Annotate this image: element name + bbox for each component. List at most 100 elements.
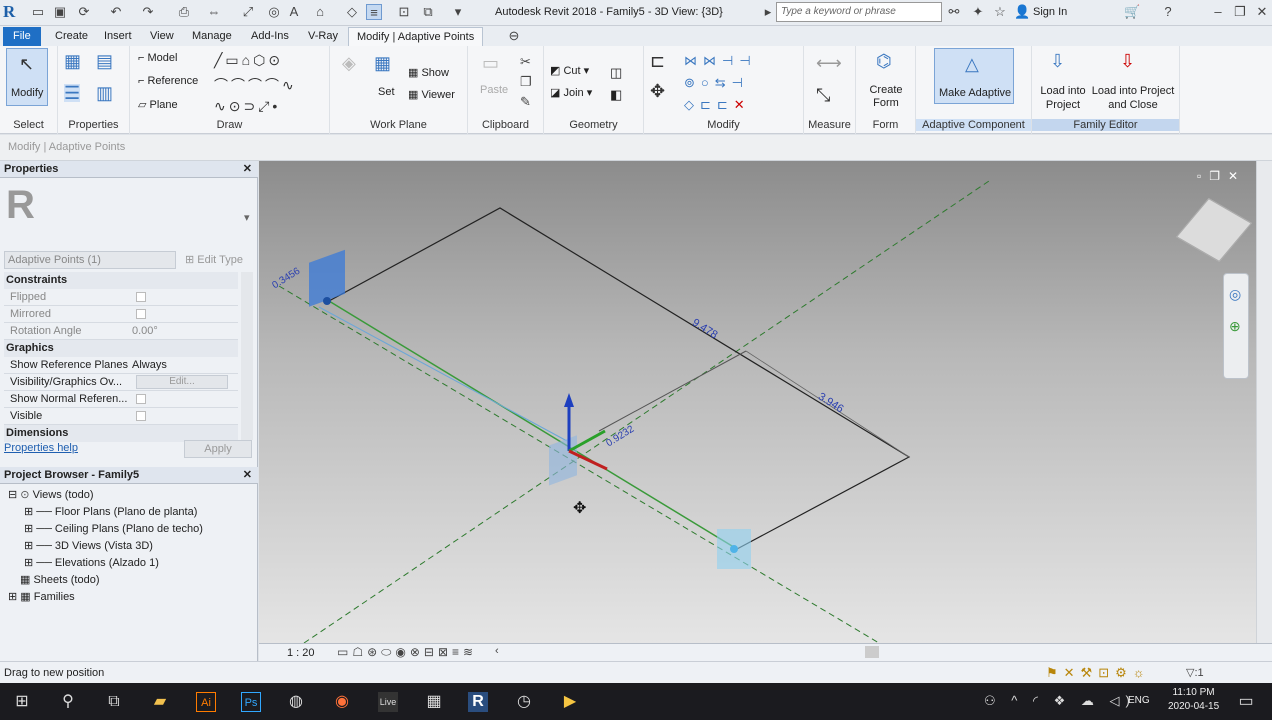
measure-icon[interactable]: ⇔	[206, 4, 222, 20]
model-line-button[interactable]: ⌐ Model	[138, 52, 177, 64]
modify-button[interactable]: ↖ Modify	[6, 48, 48, 106]
media-player-icon[interactable]: ▶	[560, 692, 580, 712]
tab-view[interactable]: View	[142, 27, 182, 46]
edit-type-button[interactable]: ⊞ Edit Type	[182, 251, 254, 269]
family-category-icon[interactable]: ▥	[96, 84, 113, 102]
edit-vg-button[interactable]: Edit...	[136, 375, 228, 389]
minimize-icon[interactable]: –	[1210, 4, 1226, 20]
flipped-checkbox[interactable]	[136, 292, 146, 302]
filter-icon[interactable]: ▽:1	[1186, 666, 1204, 679]
make-adaptive-button[interactable]: △ Make Adaptive	[934, 48, 1014, 104]
section-icon[interactable]: ◇	[344, 4, 360, 20]
show-ref-planes-value[interactable]: Always	[132, 359, 167, 371]
live-icon[interactable]: Live	[378, 692, 398, 712]
load-into-project-button[interactable]: Load into Project	[1036, 84, 1090, 112]
tab-manage[interactable]: Manage	[184, 27, 240, 46]
undo-icon[interactable]: ↶	[108, 4, 124, 20]
measure-along-icon[interactable]: ⤡	[816, 86, 830, 104]
tree-item[interactable]: ⊞ ── Elevations (Alzado 1)	[24, 556, 159, 569]
paste-button[interactable]: Paste	[480, 84, 508, 96]
close-browser-icon[interactable]: ✕	[243, 468, 252, 481]
navigation-bar[interactable]: ◎ ⊕	[1223, 273, 1249, 379]
align-icon[interactable]: ⊏	[650, 52, 665, 70]
horizontal-scroll-thumb[interactable]	[865, 646, 879, 658]
language-indicator[interactable]: ENG	[1128, 695, 1150, 706]
geometry-tools[interactable]: ◫ ◧	[610, 62, 622, 106]
user-icon[interactable]: 👤	[1014, 4, 1030, 20]
task-view-icon[interactable]: ⧉	[104, 692, 124, 712]
calculator-icon[interactable]: ▦	[424, 692, 444, 712]
thin-lines-icon[interactable]: ≡	[366, 4, 382, 20]
tab-vray[interactable]: V-Ray	[300, 27, 346, 46]
close-hidden-icon[interactable]: ⊡	[396, 4, 412, 20]
search-icon[interactable]: ⚲	[58, 692, 78, 712]
viewer-button[interactable]: ▦ Viewer	[408, 88, 455, 101]
favorites-icon[interactable]: ☆	[992, 4, 1008, 20]
select-panel-label[interactable]: Select	[0, 119, 57, 131]
mirrored-checkbox[interactable]	[136, 309, 146, 319]
switch-windows-icon[interactable]: ⧉	[420, 4, 436, 20]
search-input[interactable]: Type a keyword or phrase	[776, 2, 942, 22]
type-dropdown-icon[interactable]: ▾	[244, 211, 250, 224]
tag-icon[interactable]: ◎	[266, 4, 282, 20]
paste-icon[interactable]: ▭	[482, 54, 499, 72]
tab-file[interactable]: File	[3, 27, 41, 46]
tree-item[interactable]: ⊞ ── Ceiling Plans (Plano de techo)	[24, 522, 203, 535]
visible-checkbox[interactable]	[136, 411, 146, 421]
properties-help-link[interactable]: Properties help	[4, 442, 78, 454]
draw-shapes-row1[interactable]: ╱▭⌂⬡⊙	[214, 52, 283, 69]
adaptive-point-1[interactable]	[309, 249, 345, 307]
properties-icon[interactable]: ▦	[64, 52, 81, 70]
move-icon[interactable]: ✥	[650, 82, 665, 100]
family-types-icon[interactable]: ☰	[64, 84, 81, 102]
tab-create[interactable]: Create	[47, 27, 96, 46]
windows-start-icon[interactable]: ⊞	[12, 692, 32, 712]
search-dropdown-icon[interactable]: ▸	[760, 4, 776, 20]
sign-in-link[interactable]: Sign In	[1033, 6, 1067, 18]
ribbon-toggle-icon[interactable]: ⊖	[506, 28, 522, 44]
revit-taskbar-icon[interactable]: R	[468, 692, 488, 712]
tree-item[interactable]: ⊞ ── 3D Views (Vista 3D)	[24, 539, 153, 552]
tab-modify-adaptive-points[interactable]: Modify | Adaptive Points	[348, 27, 484, 46]
tab-add-ins[interactable]: Add-Ins	[243, 27, 297, 46]
adaptive-point-3[interactable]	[717, 529, 751, 569]
text-icon[interactable]: A	[286, 4, 302, 20]
clipboard-tools[interactable]: ✂ ❐ ✎	[520, 52, 532, 112]
modify-tools[interactable]: ⋈⋈⊣⊣ ⊚○⇆⊣ ◇⊏⊏✕	[684, 50, 757, 116]
3d-view-icon[interactable]: ⌂	[312, 4, 328, 20]
load-into-project-icon[interactable]: ⇩	[1050, 52, 1065, 70]
load-close-button[interactable]: Load into Project and Close	[1088, 84, 1178, 112]
tree-item[interactable]: ⊟ ⊙ Views (todo)	[8, 488, 94, 501]
apply-button[interactable]: Apply	[184, 440, 252, 458]
load-close-icon[interactable]: ⇩	[1120, 52, 1135, 70]
illustrator-icon[interactable]: Ai	[196, 692, 216, 712]
reference-line-button[interactable]: ⌐ Reference	[138, 75, 198, 87]
viewport-window-controls[interactable]: ▫❐✕	[1197, 169, 1246, 183]
view-scale[interactable]: 1 : 20	[287, 647, 315, 659]
subscription-icon[interactable]: ✦	[970, 4, 986, 20]
3d-viewport[interactable]: 0.3456 9.478 3.946 0.9232 ✥ ▫❐✕ ◎ ⊕	[259, 161, 1256, 643]
draw-shapes-row3[interactable]: ∿⊙⊃⤢•	[214, 98, 280, 115]
view-controls-icons[interactable]: ▭☖⊛⬭◉⊗⊟⊠≡≋	[337, 645, 477, 660]
system-tray-icons[interactable]: ⚇ ^ ◜ ❖ ☁ ◁)	[984, 693, 1136, 709]
customize-qat-icon[interactable]: ▾	[450, 4, 466, 20]
notifications-icon[interactable]: ▭	[1236, 692, 1256, 712]
create-form-icon[interactable]: ⌬	[876, 52, 892, 70]
print-icon[interactable]: ⎙	[176, 4, 192, 20]
selection-filters-icons[interactable]: ⚑✕⚒⊡⚙☼	[1046, 665, 1151, 681]
join-button[interactable]: ◪ Join ▾	[550, 86, 592, 99]
open-icon[interactable]: ▭	[30, 4, 46, 20]
close-properties-icon[interactable]: ✕	[243, 162, 252, 175]
scroll-left-icon[interactable]: ‹	[495, 645, 499, 657]
clock[interactable]: 11:10 PM 2020-04-15	[1168, 687, 1219, 712]
restore-icon[interactable]: ❐	[1232, 4, 1248, 20]
workplane-icon[interactable]: ◈	[342, 54, 356, 72]
save-icon[interactable]: ▣	[52, 4, 68, 20]
tab-insert[interactable]: Insert	[96, 27, 140, 46]
binoculars-icon[interactable]: ⚯	[946, 4, 962, 20]
redo-icon[interactable]: ↷	[140, 4, 156, 20]
type-selector[interactable]: Adaptive Points (1)	[4, 251, 176, 269]
file-explorer-icon[interactable]: ▰	[150, 692, 170, 712]
tree-item[interactable]: ⊞ ── Floor Plans (Plano de planta)	[24, 505, 197, 518]
set-workplane-icon[interactable]: ▦	[374, 54, 391, 72]
